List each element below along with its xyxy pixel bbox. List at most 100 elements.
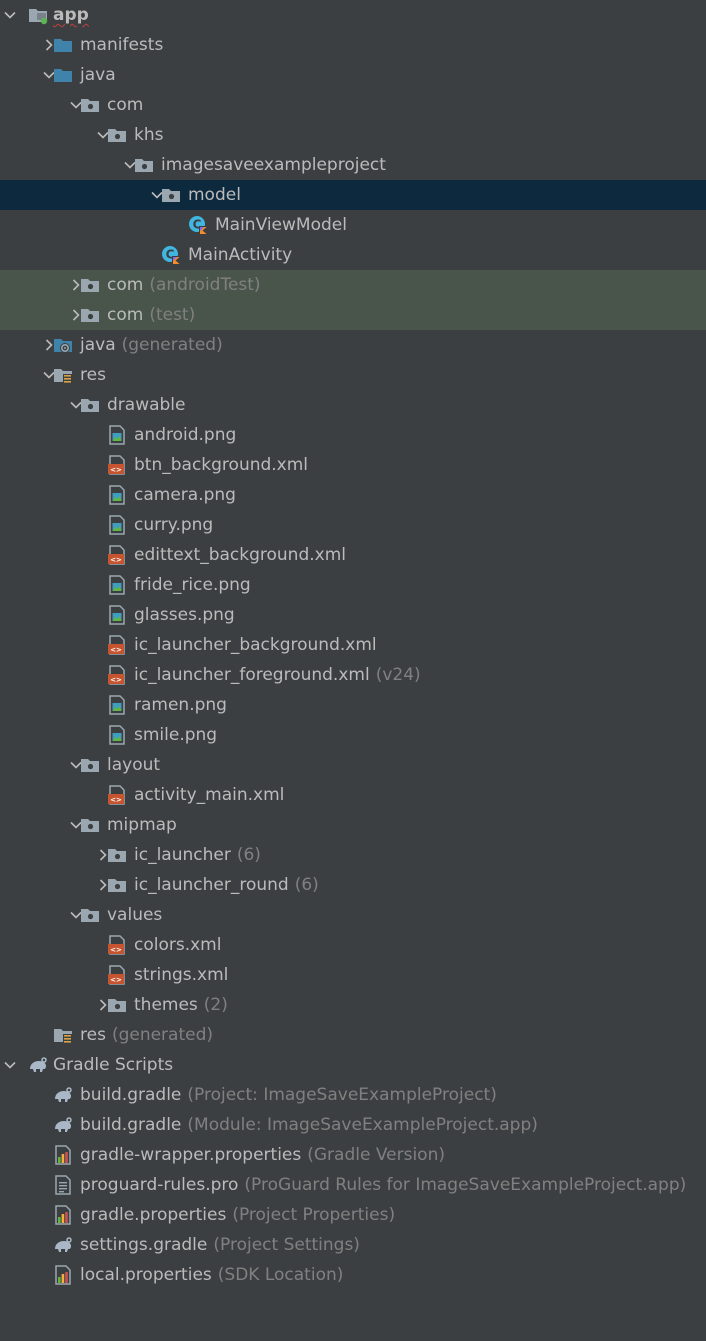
tree-item-mainviewmodel[interactable]: C MainViewModel — [0, 210, 706, 240]
item-annotation: (generated) — [111, 1025, 214, 1045]
kotlin-class-icon: C — [187, 214, 209, 236]
tree-item-model[interactable]: model — [0, 180, 706, 210]
item-annotation: (test) — [149, 305, 196, 325]
tree-item-label: settings.gradle (Project Settings) — [80, 1230, 360, 1260]
tree-item-label: mipmap — [107, 810, 177, 840]
tree-item-ic-launcher-round-6[interactable]: ic_launcher_round (6) — [0, 870, 706, 900]
tree-item-settings-gradle-project-settings[interactable]: settings.gradle (Project Settings) — [0, 1230, 706, 1260]
item-annotation: (Project Settings) — [213, 1235, 360, 1255]
tree-item-label: strings.xml — [134, 960, 228, 990]
item-name: MainViewModel — [215, 215, 347, 235]
item-name: edittext_background.xml — [134, 545, 346, 565]
xml-file-icon: <> — [106, 934, 128, 956]
item-name: mipmap — [107, 815, 177, 835]
tree-item-themes-2[interactable]: themes (2) — [0, 990, 706, 1020]
item-name: strings.xml — [134, 965, 229, 985]
tree-item-curry-png[interactable]: curry.png — [0, 510, 706, 540]
tree-item-gradle-wrapper-properties-gradle-version[interactable]: gradle-wrapper.properties (Gradle Version… — [0, 1140, 706, 1170]
image-file-icon — [106, 724, 128, 746]
item-annotation: (Module: ImageSaveExampleProject.app) — [187, 1115, 538, 1135]
tree-item-label: ic_launcher_background.xml — [134, 630, 377, 660]
tree-item-app[interactable]: app — [0, 0, 706, 30]
item-name: activity_main.xml — [134, 785, 285, 805]
tree-item-mainactivity[interactable]: C MainActivity — [0, 240, 706, 270]
item-name: build.gradle — [80, 1115, 182, 1135]
tree-item-ic-launcher-6[interactable]: ic_launcher (6) — [0, 840, 706, 870]
tree-item-fride-rice-png[interactable]: fride_rice.png — [0, 570, 706, 600]
tree-item-manifests[interactable]: manifests — [0, 30, 706, 60]
tree-item-strings-xml[interactable]: <> strings.xml — [0, 960, 706, 990]
item-annotation: (2) — [203, 995, 228, 1015]
item-name: camera.png — [134, 485, 236, 505]
tree-item-camera-png[interactable]: camera.png — [0, 480, 706, 510]
tree-item-glasses-png[interactable]: glasses.png — [0, 600, 706, 630]
chevron-down-icon[interactable] — [0, 1050, 20, 1080]
item-annotation: (ProGuard Rules for ImageSaveExampleProj… — [244, 1175, 687, 1195]
item-name: khs — [134, 125, 164, 145]
item-name: ic_launcher_foreground.xml — [134, 665, 370, 685]
tree-item-com[interactable]: com — [0, 90, 706, 120]
tree-item-com-test[interactable]: com (test) — [0, 300, 706, 330]
xml-file-icon: <> — [106, 784, 128, 806]
item-annotation: (Gradle Version) — [307, 1145, 445, 1165]
package-icon — [106, 994, 128, 1016]
tree-item-imagesaveexampleproject[interactable]: imagesaveexampleproject — [0, 150, 706, 180]
item-name: themes — [134, 995, 198, 1015]
item-name: local.properties — [80, 1265, 212, 1285]
tree-item-res[interactable]: res — [0, 360, 706, 390]
tree-item-mipmap[interactable]: mipmap — [0, 810, 706, 840]
text-file-icon — [52, 1174, 74, 1196]
item-name: ic_launcher — [134, 845, 231, 865]
svg-text:<>: <> — [110, 646, 122, 654]
tree-item-khs[interactable]: khs — [0, 120, 706, 150]
tree-item-build-gradle-project-imagesaveexampleproject[interactable]: build.gradle (Project: ImageSaveExamplePr… — [0, 1080, 706, 1110]
image-file-icon — [106, 484, 128, 506]
tree-item-drawable[interactable]: drawable — [0, 390, 706, 420]
tree-item-ic-launcher-foreground-xml-v24[interactable]: <> ic_launcher_foreground.xml (v24) — [0, 660, 706, 690]
tree-item-edittext-background-xml[interactable]: <> edittext_background.xml — [0, 540, 706, 570]
tree-item-colors-xml[interactable]: <> colors.xml — [0, 930, 706, 960]
chevron-down-icon[interactable] — [0, 0, 20, 30]
item-name: gradle.properties — [80, 1205, 227, 1225]
properties-file-icon — [52, 1204, 74, 1226]
tree-item-res-generated[interactable]: res (generated) — [0, 1020, 706, 1050]
tree-item-build-gradle-module-imagesaveexampleproject-app[interactable]: build.gradle (Module: ImageSaveExamplePro… — [0, 1110, 706, 1140]
item-name: ic_launcher_round — [134, 875, 289, 895]
tree-item-smile-png[interactable]: smile.png — [0, 720, 706, 750]
item-name: res — [80, 1025, 106, 1045]
tree-item-proguard-rules-pro-proguard-rules-for-imagesaveexampleproject-app[interactable]: proguard-rules.pro (ProGuard Rules for Im… — [0, 1170, 706, 1200]
tree-item-android-png[interactable]: android.png — [0, 420, 706, 450]
kotlin-class-icon: C — [160, 244, 182, 266]
tree-item-label: ic_launcher_foreground.xml (v24) — [134, 660, 421, 690]
tree-item-label: ramen.png — [134, 690, 227, 720]
tree-item-layout[interactable]: layout — [0, 750, 706, 780]
resource-folder-icon — [52, 364, 74, 386]
tree-item-btn-background-xml[interactable]: <> btn_background.xml — [0, 450, 706, 480]
source-folder-icon — [52, 64, 74, 86]
package-icon — [106, 124, 128, 146]
tree-item-label: Gradle Scripts — [53, 1050, 173, 1080]
tree-item-java[interactable]: java — [0, 60, 706, 90]
tree-item-label: MainViewModel — [215, 210, 347, 240]
svg-text:<>: <> — [110, 556, 122, 564]
tree-item-java-generated[interactable]: java (generated) — [0, 330, 706, 360]
item-name: manifests — [80, 35, 164, 55]
generated-source-folder-icon — [52, 334, 74, 356]
tree-item-com-androidtest[interactable]: com (androidTest) — [0, 270, 706, 300]
tree-item-local-properties-sdk-location[interactable]: local.properties (SDK Location) — [0, 1260, 706, 1290]
tree-item-values[interactable]: values — [0, 900, 706, 930]
svg-text:<>: <> — [110, 976, 122, 984]
item-name: smile.png — [134, 725, 218, 745]
item-annotation: (6) — [294, 875, 319, 895]
tree-item-gradle-scripts[interactable]: Gradle Scripts — [0, 1050, 706, 1080]
tree-item-gradle-properties-project-properties[interactable]: gradle.properties (Project Properties) — [0, 1200, 706, 1230]
tree-item-ic-launcher-background-xml[interactable]: <> ic_launcher_background.xml — [0, 630, 706, 660]
item-name: res — [80, 365, 106, 385]
tree-item-activity-main-xml[interactable]: <> activity_main.xml — [0, 780, 706, 810]
image-file-icon — [106, 574, 128, 596]
tree-item-label: MainActivity — [188, 240, 292, 270]
tree-item-label: smile.png — [134, 720, 217, 750]
image-file-icon — [106, 424, 128, 446]
item-annotation: (v24) — [375, 665, 421, 685]
tree-item-ramen-png[interactable]: ramen.png — [0, 690, 706, 720]
